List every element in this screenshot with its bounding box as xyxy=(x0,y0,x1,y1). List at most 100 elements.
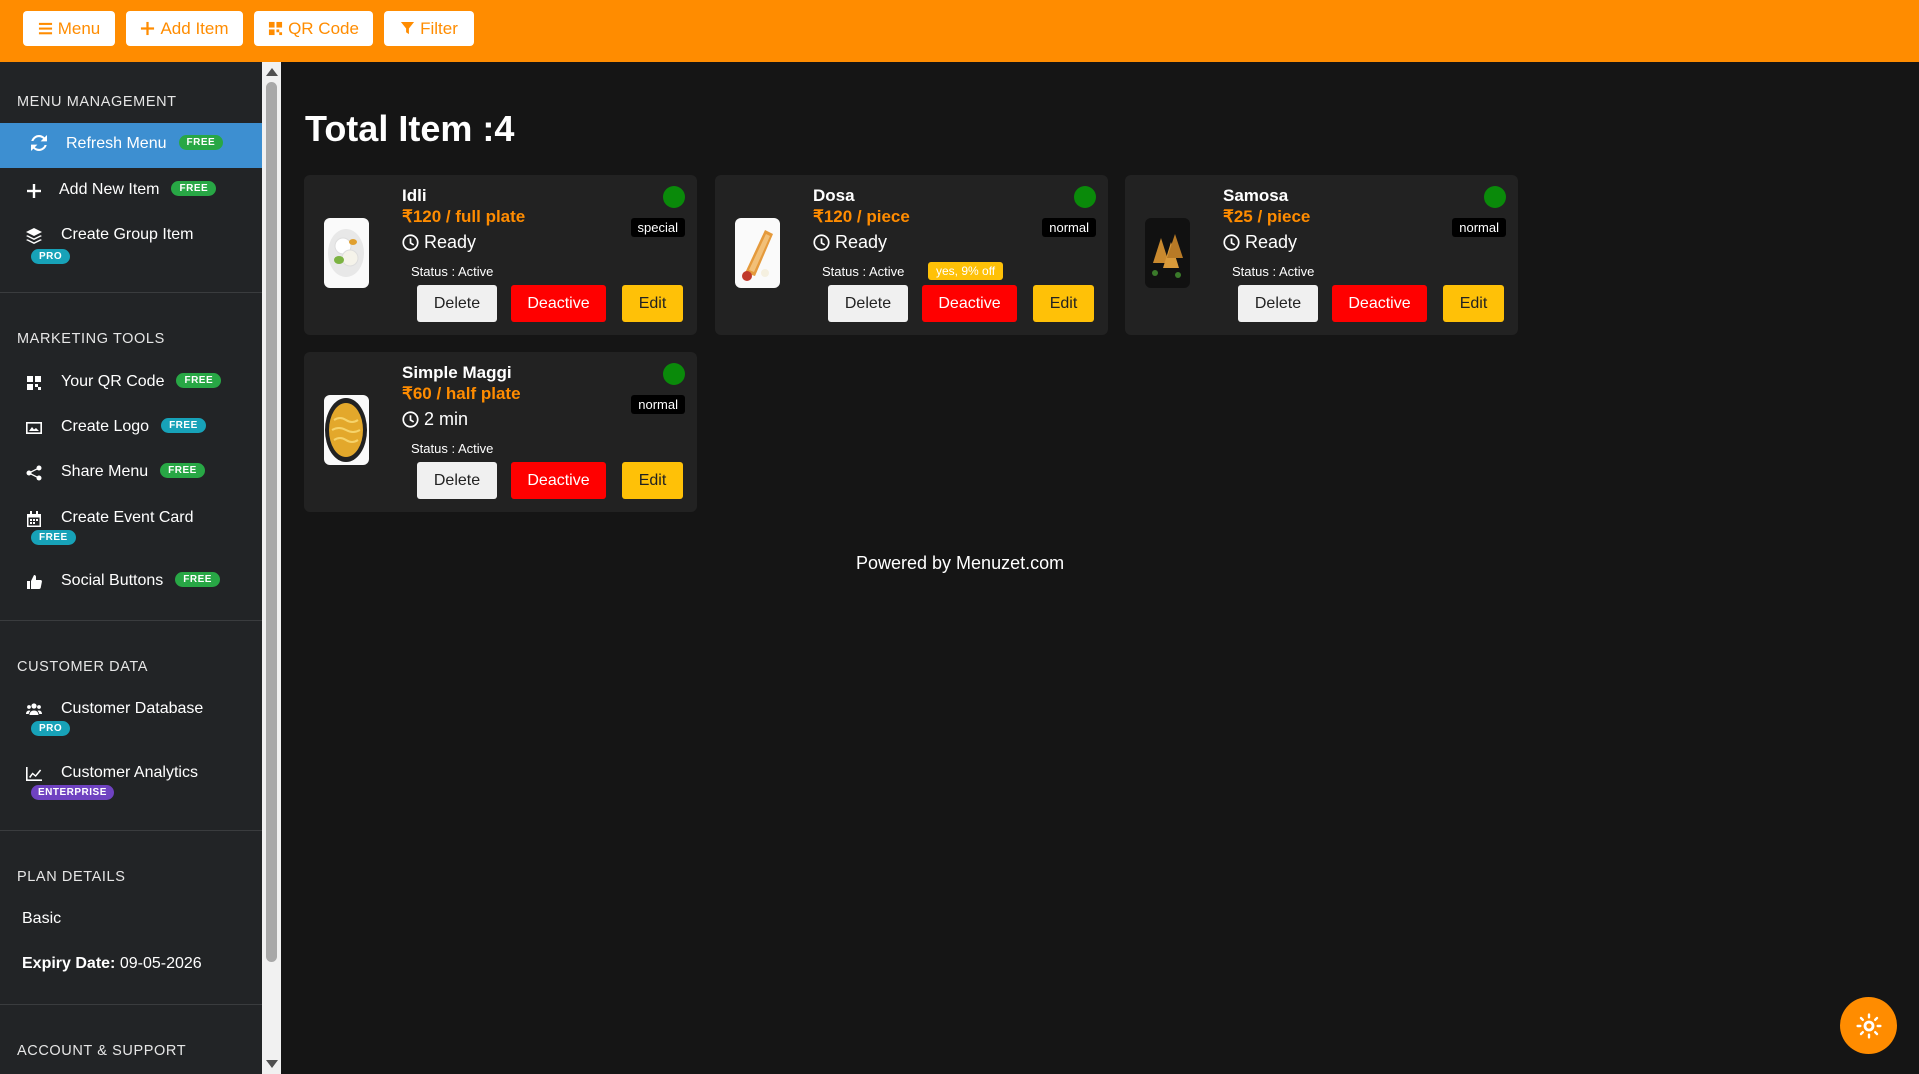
chart-line-icon xyxy=(26,767,42,781)
sidebar-item-customer-analytics[interactable]: Customer Analytics ENTERPRISE xyxy=(0,763,262,805)
sidebar-item-create-logo[interactable]: Create Logo FREE xyxy=(0,417,262,439)
item-tag: normal xyxy=(1042,218,1096,237)
item-prep-time: Ready xyxy=(813,232,887,253)
clock-icon xyxy=(1223,234,1240,251)
delete-button[interactable]: Delete xyxy=(417,285,497,322)
item-name: Simple Maggi xyxy=(402,363,512,382)
item-prep-time: 2 min xyxy=(402,409,468,430)
prep-time-text: Ready xyxy=(424,232,477,252)
add-item-button-label: Add Item xyxy=(160,18,229,38)
item-status: Status : Active xyxy=(411,264,494,279)
sidebar-item-label: Add New Item xyxy=(59,181,160,198)
qr-code-icon xyxy=(27,376,41,390)
sidebar: MENU MANAGEMENT Refresh Menu FREE Add New… xyxy=(0,62,262,1074)
clock-icon xyxy=(402,234,419,251)
deactive-button[interactable]: Deactive xyxy=(511,462,606,499)
sidebar-scrollbar[interactable] xyxy=(262,62,281,1074)
section-divider xyxy=(0,1004,262,1005)
item-prep-time: Ready xyxy=(1223,232,1297,253)
delete-button[interactable]: Delete xyxy=(828,285,908,322)
menu-item-card: Simple Maggi ₹60 / half plate 2 min Stat… xyxy=(304,352,697,512)
calendar-icon xyxy=(27,511,41,527)
qr-code-button-label: QR Code xyxy=(288,18,359,38)
sidebar-item-label: Create Event Card xyxy=(61,509,194,526)
filter-button-label: Filter xyxy=(420,18,458,38)
item-price: ₹25 / piece xyxy=(1223,207,1311,226)
free-badge: FREE xyxy=(31,530,76,545)
pro-badge: PRO xyxy=(31,249,71,264)
refresh-icon xyxy=(31,135,47,151)
scroll-down-arrow-icon[interactable] xyxy=(266,1060,278,1068)
top-toolbar: Menu Add Item QR Code Filter xyxy=(0,0,1919,62)
section-title-account-support: ACCOUNT & SUPPORT xyxy=(17,1043,187,1059)
sidebar-item-create-event-card[interactable]: Create Event Card FREE xyxy=(0,508,262,550)
prep-time-text: Ready xyxy=(1245,232,1298,252)
edit-button[interactable]: Edit xyxy=(622,285,683,322)
item-tag: special xyxy=(630,218,685,237)
sidebar-item-label: Customer Database xyxy=(61,700,204,717)
sidebar-item-label: Refresh Menu xyxy=(66,135,167,152)
sidebar-item-customer-database[interactable]: Customer Database PRO xyxy=(0,699,262,741)
deactive-button[interactable]: Deactive xyxy=(1332,285,1427,322)
page-title: Total Item :4 xyxy=(305,108,515,149)
sidebar-item-add-new-item[interactable]: Add New Item FREE xyxy=(0,180,262,202)
plus-icon xyxy=(27,184,41,198)
free-badge: FREE xyxy=(178,135,224,151)
filter-button[interactable]: Filter xyxy=(384,11,474,46)
enterprise-badge: ENTERPRISE xyxy=(31,785,114,800)
sidebar-item-label: Social Buttons xyxy=(61,572,164,589)
item-status: Status : Active xyxy=(1232,264,1315,279)
filter-icon xyxy=(401,21,415,35)
item-status: Status : Active xyxy=(822,264,905,279)
delete-button[interactable]: Delete xyxy=(417,462,497,499)
menu-button[interactable]: Menu xyxy=(23,11,115,46)
sidebar-item-create-group-item[interactable]: Create Group Item PRO xyxy=(0,225,262,267)
sidebar-item-share-menu[interactable]: Share Menu FREE xyxy=(0,462,262,484)
menu-item-card: Samosa ₹25 / piece Ready Status : Active… xyxy=(1125,175,1518,335)
sidebar-item-social-buttons[interactable]: Social Buttons FREE xyxy=(0,571,262,593)
prep-time-text: 2 min xyxy=(424,409,469,429)
sidebar-item-your-qr-code[interactable]: Your QR Code FREE xyxy=(0,372,262,394)
free-badge: FREE xyxy=(171,181,217,197)
edit-button[interactable]: Edit xyxy=(1033,285,1094,322)
edit-button[interactable]: Edit xyxy=(1443,285,1504,322)
pro-badge: PRO xyxy=(31,721,71,736)
add-item-button[interactable]: Add Item xyxy=(126,11,243,46)
theme-toggle-button[interactable] xyxy=(1840,997,1897,1054)
item-status: Status : Active xyxy=(411,441,494,456)
free-badge: FREE xyxy=(160,463,205,479)
plan-name: Basic xyxy=(22,910,62,927)
scrollbar-thumb[interactable] xyxy=(266,82,277,962)
delete-button[interactable]: Delete xyxy=(1238,285,1318,322)
section-title-marketing-tools: MARKETING TOOLS xyxy=(17,331,165,347)
powered-by-footer: Powered by Menuzet.com xyxy=(856,553,1064,574)
scroll-up-arrow-icon[interactable] xyxy=(266,68,278,76)
expiry-value: 09-05-2026 xyxy=(119,955,202,972)
free-badge: FREE xyxy=(176,373,222,389)
item-price: ₹120 / full plate xyxy=(402,207,526,226)
share-icon xyxy=(26,465,42,481)
free-badge: FREE xyxy=(161,418,206,434)
item-image-dosa xyxy=(735,218,780,288)
edit-button[interactable]: Edit xyxy=(622,462,683,499)
sidebar-item-label: Create Logo xyxy=(61,418,150,435)
hamburger-icon xyxy=(38,22,52,35)
deactive-button[interactable]: Deactive xyxy=(922,285,1017,322)
availability-dot xyxy=(1484,186,1506,208)
plus-icon xyxy=(141,21,155,36)
free-badge: FREE xyxy=(175,572,220,588)
section-divider xyxy=(0,830,262,831)
qr-code-button[interactable]: QR Code xyxy=(254,11,373,46)
section-divider xyxy=(0,620,262,621)
sun-icon xyxy=(1855,1012,1882,1039)
powered-by-text: Powered by Menuzet.com xyxy=(856,553,1065,573)
sidebar-item-refresh-menu[interactable]: Refresh Menu FREE xyxy=(0,123,262,168)
menu-item-card: Idli ₹120 / full plate Ready Status : Ac… xyxy=(304,175,697,335)
menu-item-card: Dosa ₹120 / piece Ready Status : Active … xyxy=(715,175,1108,335)
item-tag: normal xyxy=(631,395,685,414)
item-image-simple-maggi xyxy=(324,395,369,465)
item-tag: normal xyxy=(1452,218,1506,237)
section-title-menu-management: MENU MANAGEMENT xyxy=(17,94,177,110)
deactive-button[interactable]: Deactive xyxy=(511,285,606,322)
thumbs-up-icon xyxy=(27,575,42,589)
